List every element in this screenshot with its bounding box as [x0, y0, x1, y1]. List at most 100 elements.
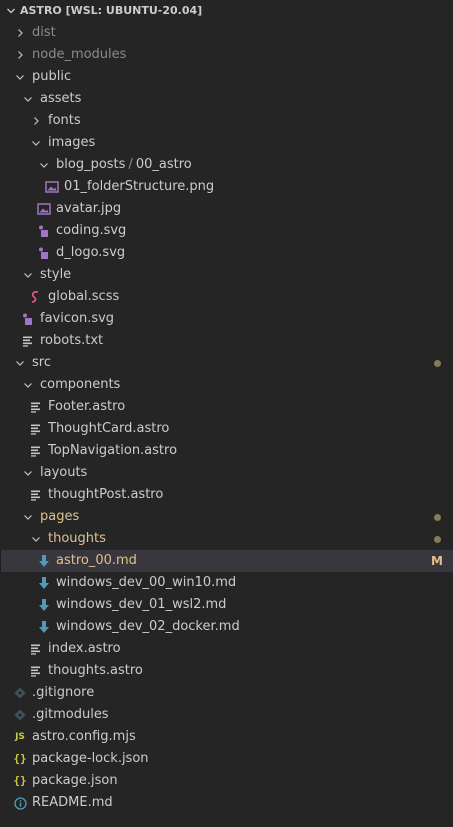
tree-file[interactable]: robots.txt — [0, 330, 453, 352]
tree-folder[interactable]: images — [0, 132, 453, 154]
scss-file-icon — [28, 286, 44, 308]
tree-item-label: d_logo.svg — [56, 245, 126, 260]
tree-item-label: .gitignore — [32, 685, 95, 700]
path-separator: / — [128, 157, 133, 172]
tree-item-label: package-lock.json — [32, 751, 149, 766]
git-file-icon — [12, 682, 28, 704]
tree-file[interactable]: 01_folderStructure.png — [0, 176, 453, 198]
text-file-icon — [28, 396, 44, 418]
tree-item-label: TopNavigation.astro — [48, 443, 178, 458]
info-file-icon — [12, 792, 28, 814]
tree-folder[interactable]: assets — [0, 88, 453, 110]
tree-item-label: astro.config.mjs — [32, 729, 136, 744]
tree-item-label: windows_dev_00_win10.md — [56, 575, 237, 590]
text-file-icon — [28, 418, 44, 440]
tree-item-label: 01_folderStructure.png — [64, 179, 215, 194]
tree-folder[interactable]: public — [0, 66, 453, 88]
workspace-title: ASTRO [WSL: UBUNTU-20.04] — [20, 4, 203, 17]
chevron-down-icon[interactable] — [20, 264, 36, 286]
tree-file[interactable]: Footer.astro — [0, 396, 453, 418]
tree-file[interactable]: avatar.jpg — [0, 198, 453, 220]
tree-file[interactable]: README.md — [0, 792, 453, 814]
tree-item-label: src — [32, 355, 51, 370]
chevron-right-icon[interactable] — [12, 22, 28, 44]
tree-folder[interactable]: src — [0, 352, 453, 374]
tree-folder[interactable]: blog_posts/00_astro — [0, 154, 453, 176]
tree-folder[interactable]: components — [0, 374, 453, 396]
tree-item-label: style — [40, 267, 72, 282]
tree-folder[interactable]: dist — [0, 22, 453, 44]
explorer-header[interactable]: ASTRO [WSL: UBUNTU-20.04] — [0, 0, 453, 22]
tree-file[interactable]: .gitmodules — [0, 704, 453, 726]
tree-item-label: thoughtPost.astro — [48, 487, 164, 502]
tree-item-label: node_modules — [32, 47, 127, 62]
tree-folder[interactable]: pages — [0, 506, 453, 528]
tree-item-label: blog_posts — [56, 157, 126, 172]
chevron-down-icon[interactable] — [36, 154, 52, 176]
tree-item-label: global.scss — [48, 289, 120, 304]
tree-item-label: images — [48, 135, 96, 150]
chevron-down-icon[interactable] — [28, 132, 44, 154]
tree-folder[interactable]: node_modules — [0, 44, 453, 66]
text-file-icon — [28, 638, 44, 660]
tree-item-label: astro_00.md — [56, 553, 137, 568]
json-file-icon: {} — [13, 752, 27, 765]
tree-item-label: robots.txt — [40, 333, 104, 348]
tree-file[interactable]: index.astro — [0, 638, 453, 660]
tree-folder[interactable]: thoughts — [0, 528, 453, 550]
markdown-file-icon — [36, 550, 52, 572]
tree-file[interactable]: coding.svg — [0, 220, 453, 242]
tree-file[interactable]: global.scss — [0, 286, 453, 308]
tree-item-label: assets — [40, 91, 82, 106]
chevron-down-icon[interactable] — [12, 352, 28, 374]
svg-file-icon — [20, 308, 36, 330]
tree-file[interactable]: windows_dev_02_docker.md — [0, 616, 453, 638]
tree-item-label: favicon.svg — [40, 311, 115, 326]
tree-folder[interactable]: fonts — [0, 110, 453, 132]
tree-item-label: ThoughtCard.astro — [48, 421, 170, 436]
tree-file[interactable]: d_logo.svg — [0, 242, 453, 264]
modified-dot-icon — [434, 352, 443, 374]
tree-file[interactable]: {} package.json — [0, 770, 453, 792]
tree-file[interactable]: TopNavigation.astro — [0, 440, 453, 462]
chevron-right-icon[interactable] — [12, 44, 28, 66]
tree-item-label: avatar.jpg — [56, 201, 122, 216]
tree-file[interactable]: JS astro.config.mjs — [0, 726, 453, 748]
image-file-icon — [44, 176, 60, 198]
tree-file[interactable]: astro_00.md M — [0, 550, 453, 572]
chevron-down-icon[interactable] — [20, 506, 36, 528]
modified-dot-icon — [434, 528, 443, 550]
tree-item-label: pages — [40, 509, 80, 524]
git-file-icon — [12, 704, 28, 726]
markdown-file-icon — [36, 594, 52, 616]
tree-item-label: index.astro — [48, 641, 121, 656]
tree-file[interactable]: thoughts.astro — [0, 660, 453, 682]
chevron-down-icon[interactable] — [12, 66, 28, 88]
chevron-down-icon[interactable] — [20, 374, 36, 396]
file-tree: dist node_modulespublic assets fonts images b… — [0, 22, 453, 814]
tree-folder[interactable]: layouts — [0, 462, 453, 484]
tree-folder[interactable]: style — [0, 264, 453, 286]
tree-file[interactable]: thoughtPost.astro — [0, 484, 453, 506]
text-file-icon — [28, 440, 44, 462]
chevron-right-icon[interactable] — [28, 110, 44, 132]
git-status-badge: M — [431, 554, 443, 568]
tree-file[interactable]: {} package-lock.json — [0, 748, 453, 770]
tree-item-label: windows_dev_01_wsl2.md — [56, 597, 227, 612]
tree-file[interactable]: .gitignore — [0, 682, 453, 704]
chevron-down-icon[interactable] — [28, 528, 44, 550]
chevron-down-icon[interactable] — [20, 88, 36, 110]
tree-item-label: README.md — [32, 795, 113, 810]
tree-file[interactable]: windows_dev_01_wsl2.md — [0, 594, 453, 616]
chevron-down-icon[interactable] — [20, 462, 36, 484]
tree-item-label-compact[interactable]: 00_astro — [136, 154, 192, 176]
modified-dot-icon — [434, 506, 443, 528]
tree-file[interactable]: favicon.svg — [0, 308, 453, 330]
tree-file[interactable]: ThoughtCard.astro — [0, 418, 453, 440]
tree-file[interactable]: windows_dev_00_win10.md — [0, 572, 453, 594]
svg-file-icon — [36, 220, 52, 242]
tree-item-label: public — [32, 69, 72, 84]
tree-item-label: fonts — [48, 113, 81, 128]
file-explorer: ASTRO [WSL: UBUNTU-20.04] dist node_modul… — [0, 0, 453, 827]
markdown-file-icon — [36, 572, 52, 594]
